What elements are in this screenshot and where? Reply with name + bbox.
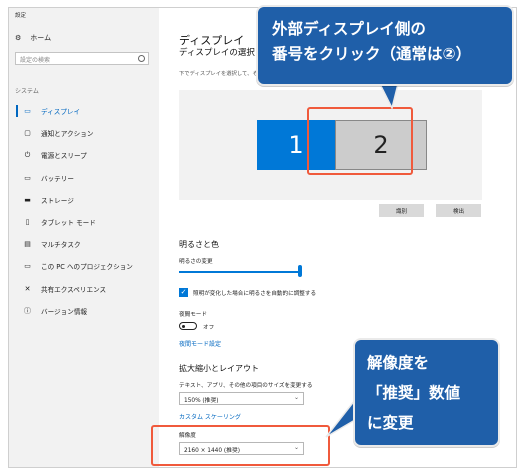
callout-bottom-line2: 「推奨」数値 (367, 384, 461, 402)
callout-top-pointer (378, 83, 399, 111)
callout-bottom-pointer (325, 397, 356, 438)
callout-top-line1: 外部ディスプレイ側の (272, 20, 426, 38)
callout-bottom-line3: に変更 (367, 414, 414, 432)
callout-bottom-line1: 解像度を (367, 354, 430, 372)
callout-bottom: 解像度を 「推奨」数値 に変更 (353, 338, 500, 447)
callout-top-line2: 番号をクリック（通常は②） (272, 45, 472, 63)
callout-top: 外部ディスプレイ側の 番号をクリック（通常は②） (256, 5, 514, 86)
